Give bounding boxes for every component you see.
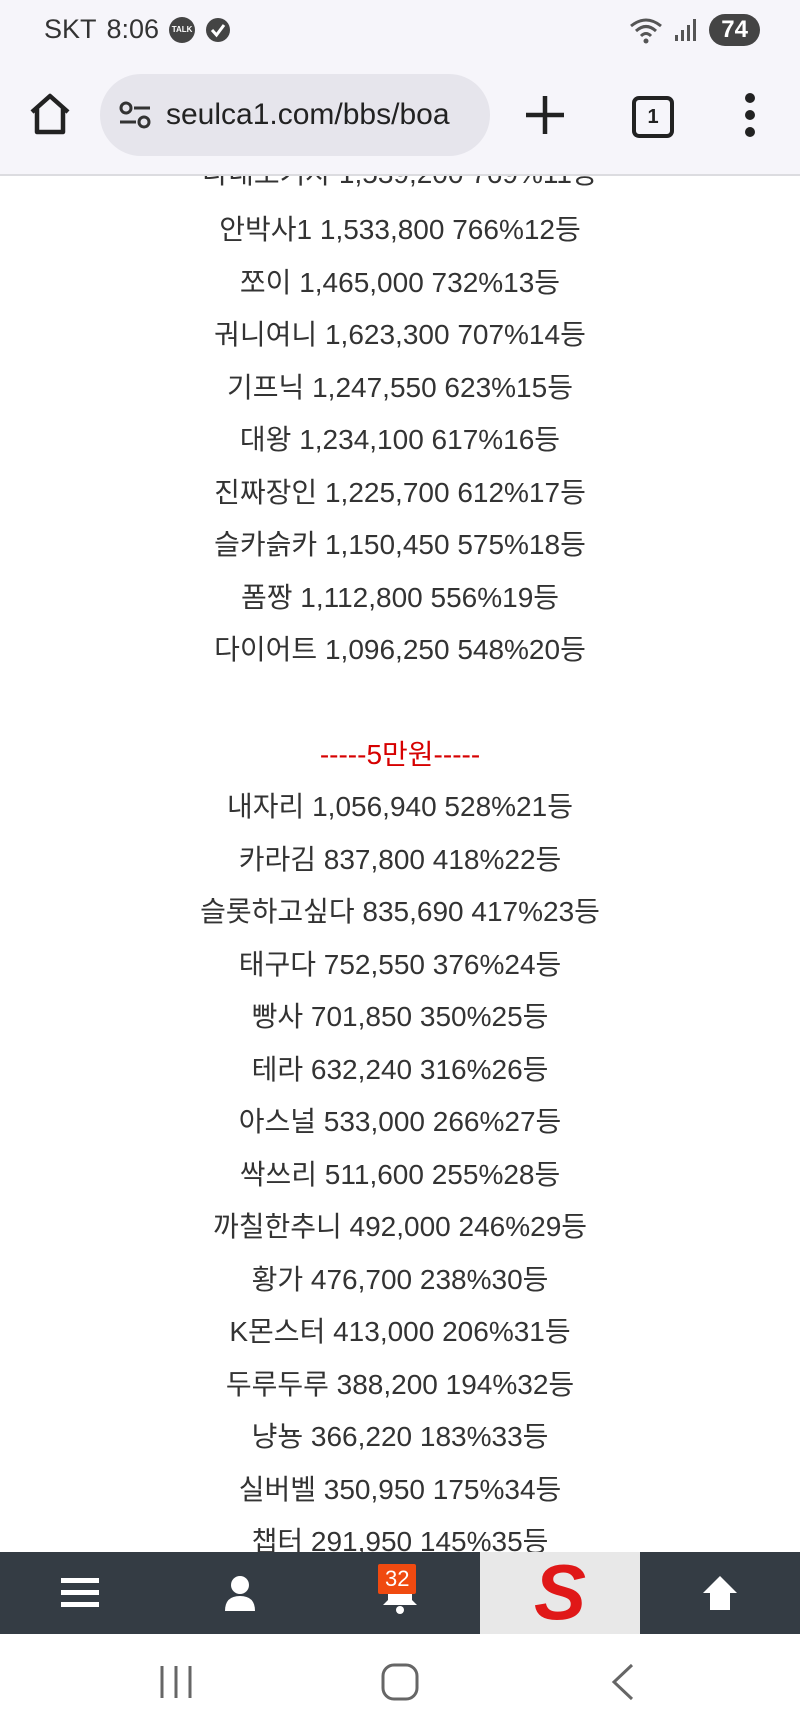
notification-count-badge: 32 <box>378 1564 417 1594</box>
site-settings-icon[interactable] <box>118 98 152 132</box>
home-nav-icon[interactable] <box>380 1662 420 1702</box>
ranking-entry: 테라 632,240 316%26등 <box>251 1054 549 1085</box>
browser-toolbar: seulca1.com/bbs/boa 1 <box>0 62 800 176</box>
post-content: 나내로기자 1,539,200 769%11등 안박사1 1,533,800 7… <box>0 176 800 1552</box>
ranking-entry: 빵사 701,850 350%25등 <box>251 1001 549 1032</box>
scroll-top-button[interactable] <box>640 1552 800 1634</box>
menu-button[interactable] <box>0 1552 160 1634</box>
ranking-entry: 태구다 752,550 376%24등 <box>238 949 562 980</box>
ranking-entry: 황가 476,700 238%30등 <box>251 1264 549 1295</box>
site-logo-button[interactable]: S <box>480 1552 640 1634</box>
profile-button[interactable] <box>160 1552 320 1634</box>
tab-switcher-button[interactable]: 1 <box>632 96 674 138</box>
ranking-entry: 까칠한추니 492,000 246%29등 <box>212 1211 588 1242</box>
ranking-entry: 아스널 533,000 266%27등 <box>238 1106 562 1137</box>
svg-text:S: S <box>534 1557 586 1629</box>
ranking-entry-partial: 나내로기자 1,539,200 769%11등 <box>0 176 800 192</box>
ranking-entry: 진짜장인 1,225,700 612%17등 <box>214 477 586 508</box>
site-logo-icon: S <box>534 1557 586 1629</box>
status-left: SKT 8:06 TALK <box>44 14 231 45</box>
more-vert-icon[interactable] <box>738 90 762 140</box>
user-icon <box>225 1576 255 1611</box>
ranking-entry: K몬스터 413,000 206%31등 <box>229 1316 571 1347</box>
ranking-entry: 실버벨 350,950 175%34등 <box>238 1474 562 1505</box>
section-header: -----5만원----- <box>319 739 481 770</box>
signal-icon <box>675 19 697 41</box>
url-text: seulca1.com/bbs/boa <box>166 98 450 131</box>
ranking-entry: 슬롯하고싶다 835,690 417%23등 <box>200 896 600 927</box>
arrow-up-icon <box>703 1576 737 1610</box>
wifi-icon <box>630 18 663 44</box>
site-bottom-nav: 32 S <box>0 1552 800 1634</box>
ranking-entry: 카라김 837,800 418%22등 <box>238 844 562 875</box>
clock: 8:06 <box>106 14 160 44</box>
ranking-entry: 두루두루 388,200 194%32등 <box>225 1369 575 1400</box>
ranking-entry: 싹쓰리 511,600 255%28등 <box>239 1159 561 1190</box>
carrier-label: SKT <box>44 14 97 44</box>
home-icon[interactable] <box>26 90 74 138</box>
status-right: 74 <box>629 14 760 46</box>
ranking-entry: 대왕 1,234,100 617%16등 <box>239 424 561 455</box>
verified-badge-icon <box>206 17 231 42</box>
plus-icon[interactable] <box>522 92 568 138</box>
ranking-entry: 궈니여니 1,623,300 707%14등 <box>214 319 586 350</box>
ranking-entry: 챕터 291,950 145%35등 <box>251 1526 549 1552</box>
status-bar: SKT 8:06 TALK 74 <box>0 0 800 62</box>
hamburger-icon <box>61 1578 99 1607</box>
ranking-entry: 냥뇽 366,220 183%33등 <box>251 1421 549 1452</box>
ranking-entry: 안박사1 1,533,800 766%12등 <box>219 214 581 245</box>
back-icon[interactable] <box>608 1662 638 1702</box>
system-nav-bar <box>0 1634 800 1734</box>
ranking-entry: 폼짱 1,112,800 556%19등 <box>240 582 560 613</box>
ranking-entry: 슬카슭카 1,150,450 575%18등 <box>214 529 586 560</box>
address-bar[interactable]: seulca1.com/bbs/boa <box>100 74 490 156</box>
kakaotalk-icon: TALK <box>169 16 196 43</box>
ranking-entry: 내자리 1,056,940 528%21등 <box>227 791 573 822</box>
recent-apps-icon[interactable] <box>158 1662 194 1702</box>
ranking-entry: 기프닉 1,247,550 623%15등 <box>227 372 573 403</box>
ranking-entry: 쪼이 1,465,000 732%13등 <box>239 267 561 298</box>
battery-indicator: 74 <box>709 14 760 46</box>
ranking-entry: 다이어트 1,096,250 548%20등 <box>214 634 586 665</box>
